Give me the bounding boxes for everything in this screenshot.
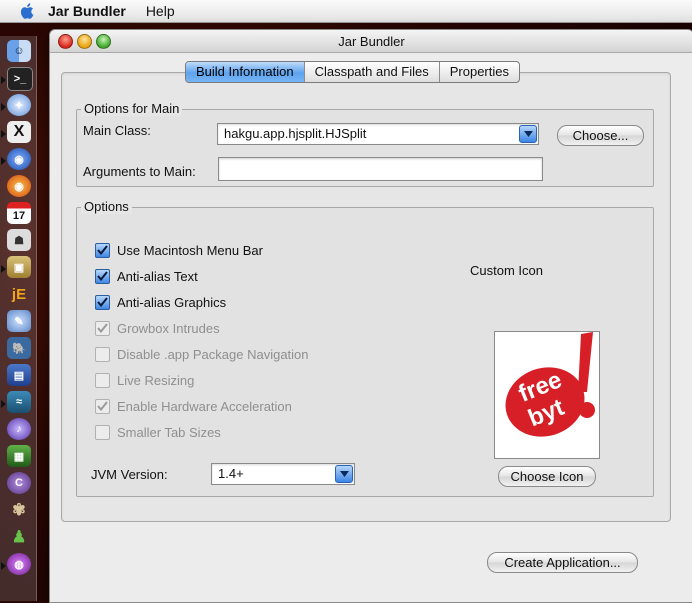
running-indicator bbox=[1, 265, 6, 273]
use-macintosh-menu-bar-checkbox[interactable]: Use Macintosh Menu Bar bbox=[95, 241, 263, 259]
anti-alias-graphics-checkbox[interactable]: Anti-alias Graphics bbox=[95, 293, 226, 311]
arguments-to-main-label: Arguments to Main: bbox=[83, 164, 196, 179]
smaller-tab-sizes-checkbox[interactable]: Smaller Tab Sizes bbox=[95, 423, 221, 441]
globe-icon[interactable]: ◍ bbox=[7, 553, 31, 575]
firefox-icon[interactable]: ◉ bbox=[7, 175, 31, 197]
jedit-letters: jE bbox=[11, 285, 27, 303]
main-class-value: hakgu.app.hjsplit.HJSplit bbox=[224, 126, 367, 141]
checkmark-icon bbox=[95, 268, 110, 284]
jvm-version-select[interactable]: 1.4+ bbox=[211, 463, 355, 485]
checkbox-label: Live Resizing bbox=[117, 372, 195, 388]
running-indicator bbox=[1, 103, 6, 111]
arguments-to-main-field[interactable] bbox=[218, 157, 543, 181]
window-title: Jar Bundler bbox=[338, 34, 405, 49]
menu-app-name[interactable]: Jar Bundler bbox=[48, 3, 126, 19]
options-for-main-title: Options for Main bbox=[81, 101, 183, 116]
checkbox-box bbox=[95, 346, 110, 362]
menu-bar: Jar Bundler Help bbox=[0, 0, 692, 23]
freebyte-logo-icon: free byt bbox=[505, 332, 595, 437]
checkmark-icon bbox=[95, 294, 110, 310]
itunes-icon[interactable]: ♪ bbox=[7, 418, 31, 440]
checkmark-icon bbox=[95, 320, 110, 336]
options-for-main-group: Options for Main Main Class: hakgu.app.h… bbox=[76, 101, 654, 187]
finder-icon[interactable]: ☺ bbox=[7, 40, 31, 62]
running-indicator bbox=[1, 76, 6, 84]
custom-icon-well[interactable]: free byt bbox=[494, 331, 600, 459]
ical-day: 17 bbox=[12, 210, 26, 222]
checkbox-label: Disable .app Package Navigation bbox=[117, 346, 309, 362]
checkbox-label: Anti-alias Graphics bbox=[117, 294, 227, 310]
network-icon[interactable]: ≈ bbox=[7, 391, 31, 413]
colorsync-icon[interactable]: C bbox=[7, 472, 31, 494]
checkbox-label: Enable Hardware Acceleration bbox=[117, 398, 292, 414]
enable-hardware-acceleration-checkbox[interactable]: Enable Hardware Acceleration bbox=[95, 397, 292, 415]
postgresql-icon[interactable]: 🐘 bbox=[7, 337, 31, 359]
tab-content-pane: Options for Main Main Class: hakgu.app.h… bbox=[61, 72, 671, 522]
running-indicator bbox=[1, 130, 6, 138]
anti-alias-text-checkbox[interactable]: Anti-alias Text bbox=[95, 267, 198, 285]
checkbox-label: Smaller Tab Sizes bbox=[117, 424, 221, 440]
checkbox-label: Use Macintosh Menu Bar bbox=[117, 242, 263, 258]
growbox-intrudes-checkbox[interactable]: Growbox Intrudes bbox=[95, 319, 220, 337]
custom-icon-label: Custom Icon bbox=[470, 263, 543, 278]
safari-icon[interactable]: ✦ bbox=[7, 94, 31, 116]
tab-properties[interactable]: Properties bbox=[440, 62, 519, 82]
main-class-label: Main Class: bbox=[83, 123, 151, 138]
choose-main-class-button[interactable]: Choose... bbox=[557, 125, 644, 146]
menu-help[interactable]: Help bbox=[146, 3, 175, 19]
checkbox-label: Growbox Intrudes bbox=[117, 320, 220, 336]
dock: ☺ >_ ✦ X ◉ ◉ 17 ☗ ▣ jE ✎ 🐘 ▤ ≈ ♪ ▦ C ✾ ♟… bbox=[0, 36, 37, 601]
tab-bar: Build Information Classpath and Files Pr… bbox=[185, 61, 520, 83]
running-indicator bbox=[1, 562, 6, 570]
running-indicator bbox=[1, 400, 6, 408]
console-icon[interactable]: ▦ bbox=[7, 445, 31, 467]
terminal-icon[interactable]: >_ bbox=[7, 67, 33, 91]
live-resizing-checkbox[interactable]: Live Resizing bbox=[95, 371, 194, 389]
checkmark-icon bbox=[95, 242, 110, 258]
chevron-down-icon[interactable] bbox=[335, 465, 353, 483]
apple-menu-icon[interactable] bbox=[20, 2, 36, 20]
firefox-alt-icon[interactable]: ◉ bbox=[7, 148, 31, 170]
gimp-icon[interactable]: ✾ bbox=[7, 499, 31, 521]
android-icon[interactable]: ♟ bbox=[7, 526, 31, 548]
checkbox-label: Anti-alias Text bbox=[117, 268, 198, 284]
x11-icon[interactable]: X bbox=[7, 121, 31, 143]
jar-bundler-window: Jar Bundler Build Information Classpath … bbox=[49, 29, 692, 603]
create-application-button[interactable]: Create Application... bbox=[487, 552, 638, 573]
address-book-icon[interactable]: ☗ bbox=[7, 229, 31, 251]
chevron-down-icon[interactable] bbox=[519, 125, 537, 143]
calculator-icon[interactable]: ▤ bbox=[7, 364, 31, 386]
options-title: Options bbox=[81, 199, 132, 214]
jvm-version-value: 1.4+ bbox=[218, 466, 244, 481]
running-indicator bbox=[1, 157, 6, 165]
checkmark-icon bbox=[95, 398, 110, 414]
main-class-combo[interactable]: hakgu.app.hjsplit.HJSplit bbox=[217, 123, 539, 145]
jedit-icon[interactable]: jE bbox=[7, 283, 31, 305]
tab-classpath-and-files[interactable]: Classpath and Files bbox=[305, 62, 440, 82]
package-icon[interactable]: ▣ bbox=[7, 256, 31, 278]
colorsync-letter: C bbox=[15, 477, 23, 489]
checkbox-box bbox=[95, 372, 110, 388]
editor-icon[interactable]: ✎ bbox=[7, 310, 31, 332]
checkbox-box bbox=[95, 424, 110, 440]
choose-icon-button[interactable]: Choose Icon bbox=[498, 466, 596, 487]
disable-app-package-navigation-checkbox[interactable]: Disable .app Package Navigation bbox=[95, 345, 309, 363]
jvm-version-label: JVM Version: bbox=[91, 467, 168, 482]
tab-build-information[interactable]: Build Information bbox=[186, 62, 305, 82]
ical-icon[interactable]: 17 bbox=[7, 202, 31, 224]
title-bar[interactable]: Jar Bundler bbox=[50, 30, 692, 53]
